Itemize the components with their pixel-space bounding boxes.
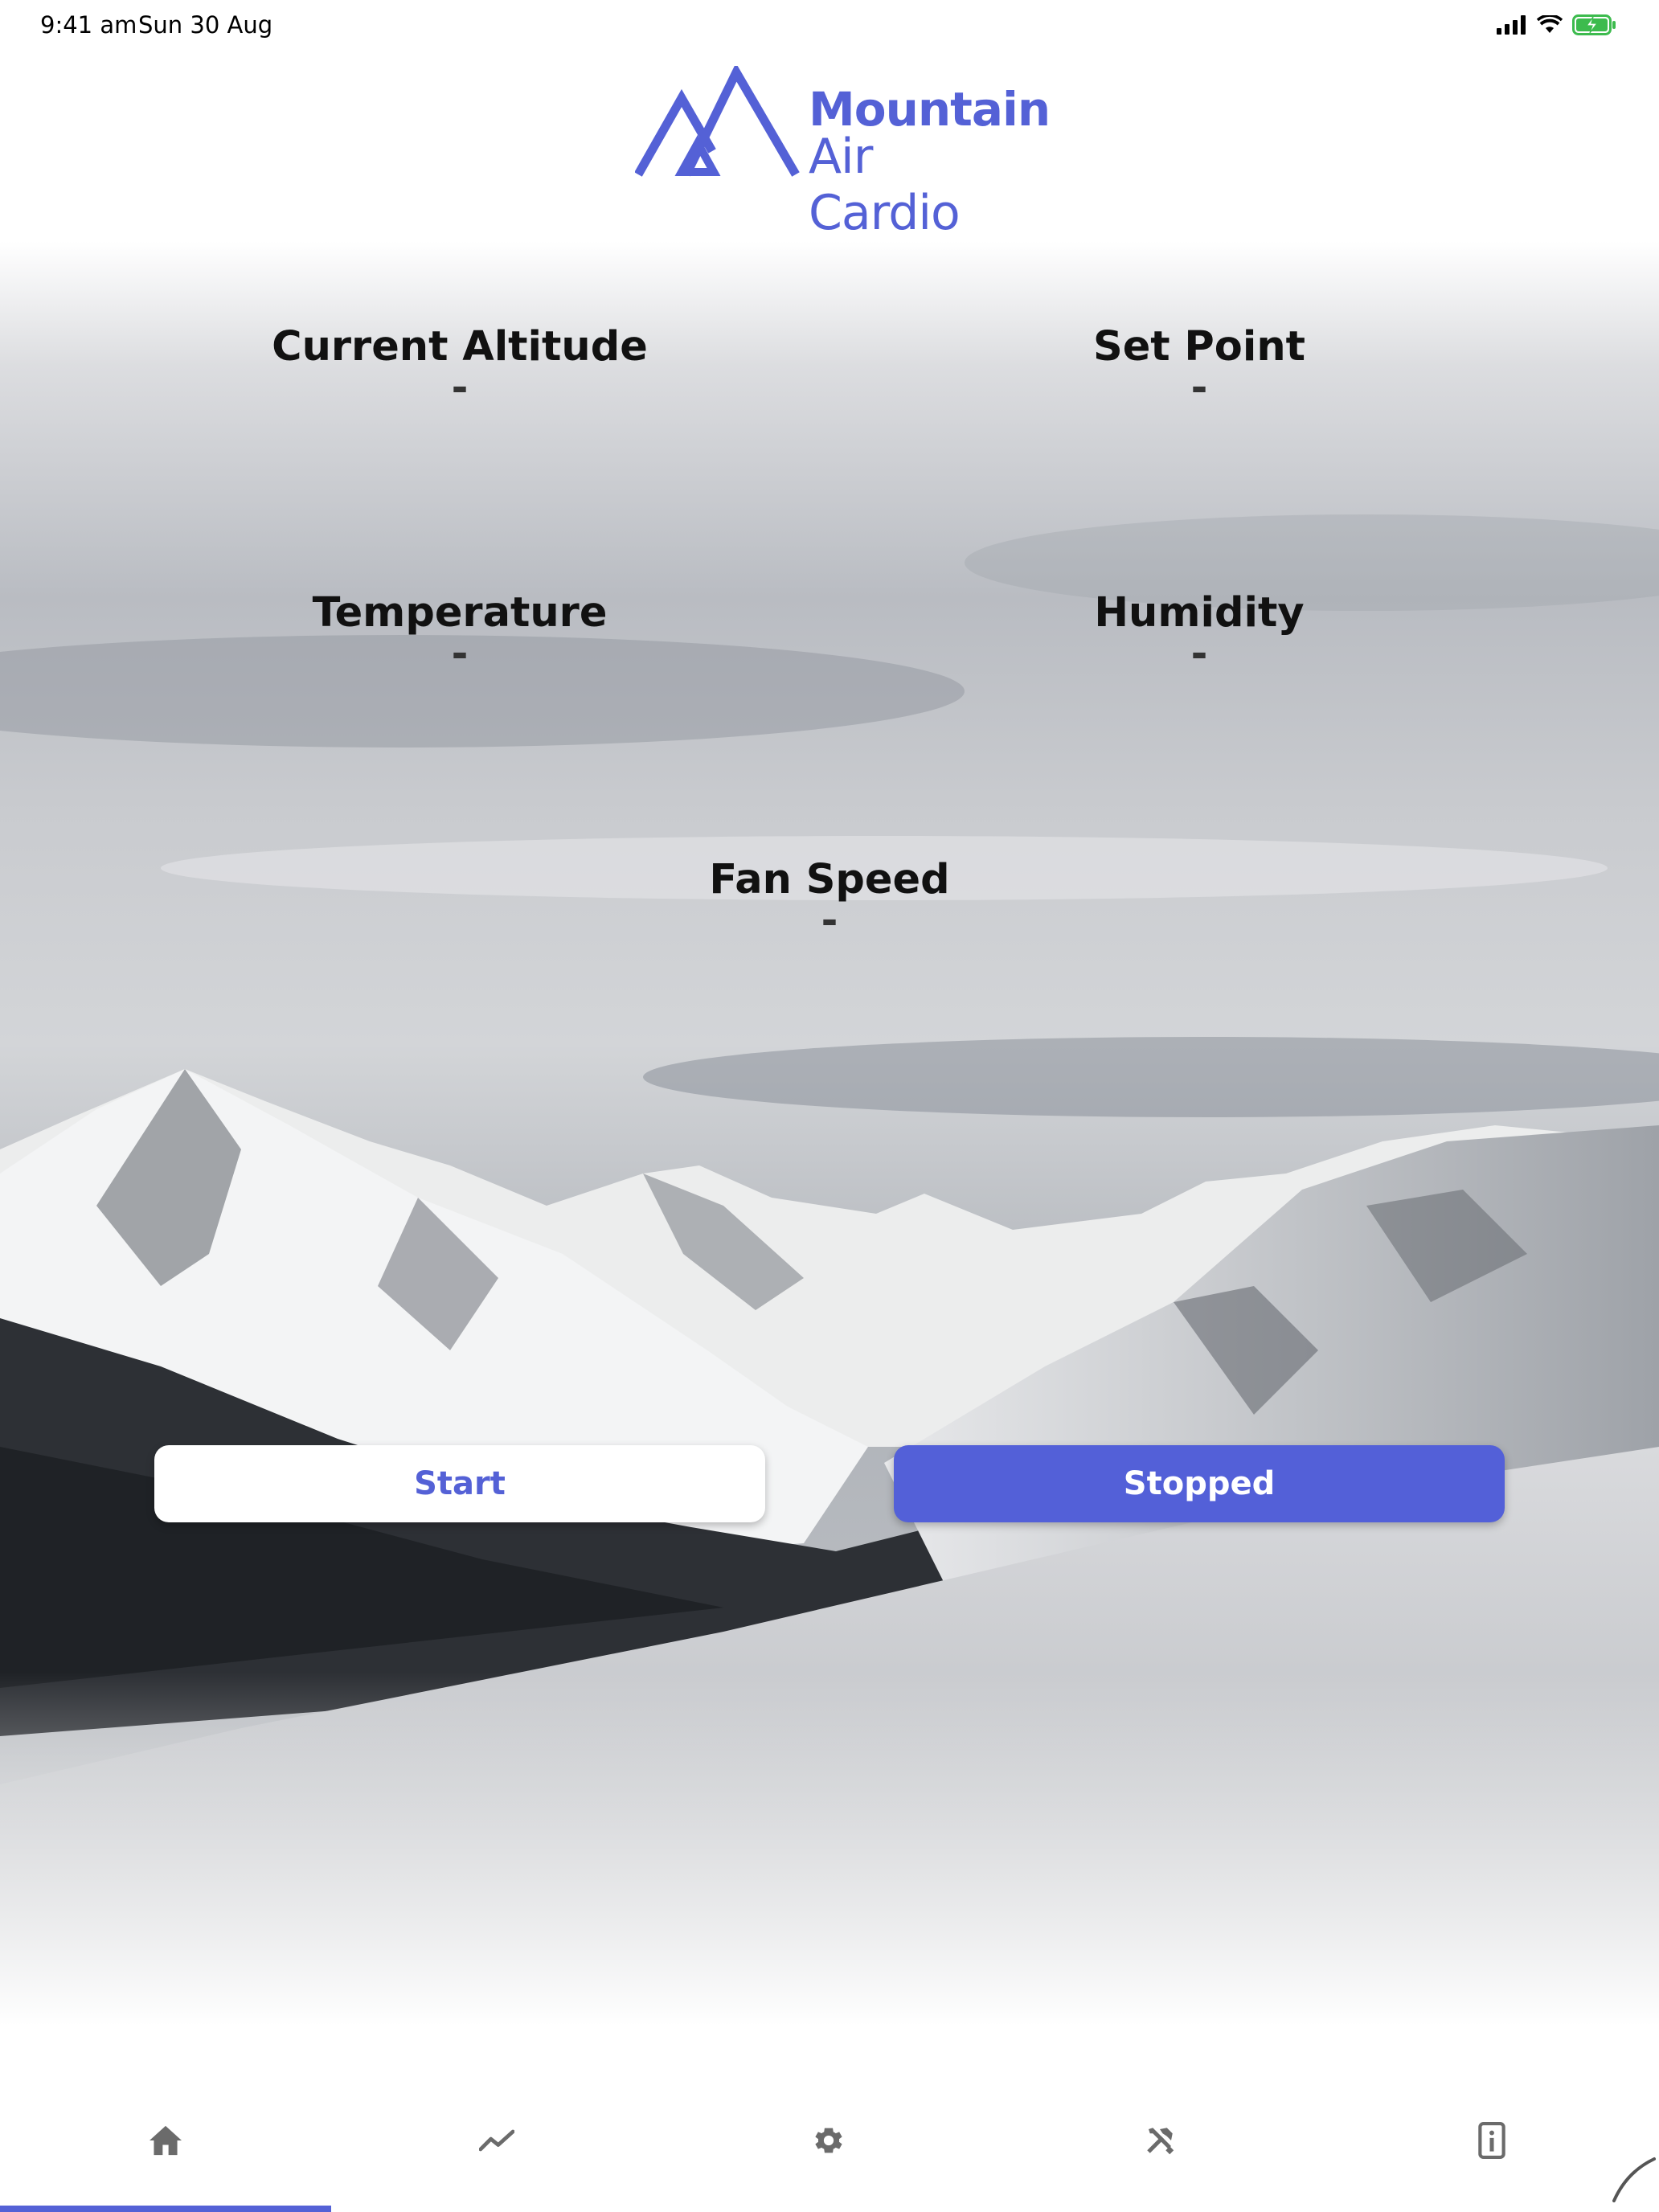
app-logo: Mountain Air Cardio xyxy=(635,66,1051,241)
status-bar: 9:41 am Sun 30 Aug xyxy=(0,0,1659,51)
home-icon xyxy=(150,2125,182,2156)
tab-charts[interactable] xyxy=(331,2090,662,2212)
start-button[interactable]: Start xyxy=(154,1445,765,1522)
status-time: 9:41 am xyxy=(40,11,137,39)
mountain-logo-icon xyxy=(635,66,800,177)
tab-bar xyxy=(0,2090,1659,2212)
trend-chart-icon xyxy=(479,2129,514,2152)
signal-icon xyxy=(1497,15,1526,35)
logo-text-air-cardio: Air Cardio xyxy=(809,129,961,241)
mountain-photo xyxy=(0,241,1659,2026)
humidity-metric: Humidity - xyxy=(878,589,1521,677)
tab-tools[interactable] xyxy=(994,2090,1325,2212)
device-info-icon xyxy=(1478,2122,1505,2159)
current-altitude-value: - xyxy=(451,364,469,411)
mountain-background-image xyxy=(0,241,1659,2026)
stopped-button[interactable]: Stopped xyxy=(894,1445,1505,1522)
set-point-value: - xyxy=(1190,364,1208,411)
status-date: Sun 30 Aug xyxy=(138,11,273,39)
pencil-stroke-icon xyxy=(1612,2157,1656,2202)
wifi-icon xyxy=(1537,15,1563,33)
tab-device-info[interactable] xyxy=(1326,2090,1657,2212)
battery-charging-icon xyxy=(1572,14,1616,35)
gear-icon xyxy=(815,2128,842,2153)
temperature-metric: Temperature - xyxy=(138,589,781,677)
humidity-value: - xyxy=(1190,630,1208,677)
tab-settings[interactable] xyxy=(663,2090,994,2212)
current-altitude-metric: Current Altitude - xyxy=(138,323,781,411)
status-icons xyxy=(1497,14,1617,35)
fan-speed-metric: Fan Speed - xyxy=(508,856,1151,944)
fan-speed-value: - xyxy=(821,897,838,944)
tools-icon xyxy=(1147,2128,1174,2155)
temperature-value: - xyxy=(451,630,469,677)
tab-home[interactable] xyxy=(0,2090,331,2212)
selected-tab-indicator xyxy=(0,2206,331,2212)
set-point-metric: Set Point - xyxy=(878,323,1521,411)
